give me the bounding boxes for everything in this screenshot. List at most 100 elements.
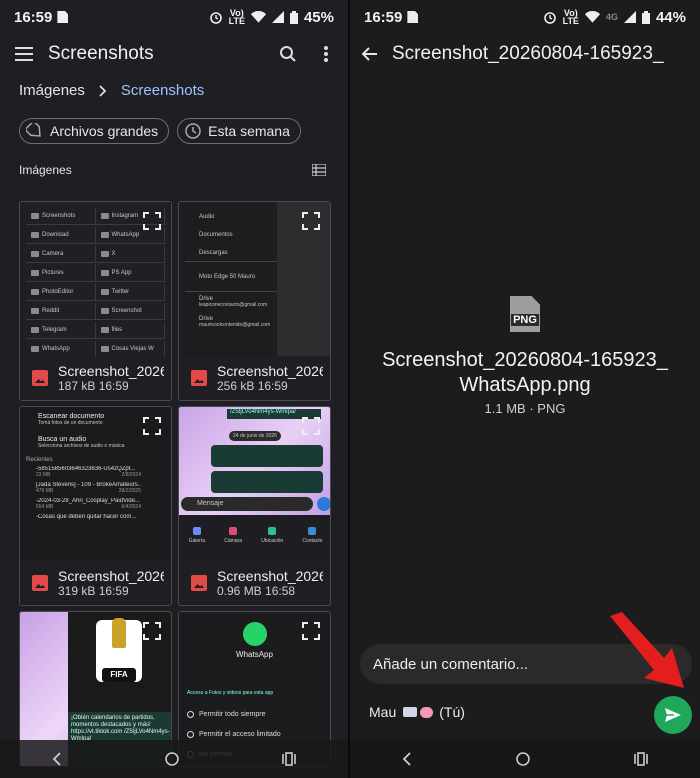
page-title: Screenshots [48,43,154,64]
image-file-icon [191,575,207,591]
card-file-info: 0.96 MB 16:58 [217,584,296,598]
filter-chips: Archivos grandes Esta semana [19,118,301,144]
thumb-folder-name: Pictures [26,265,96,281]
card-file-name: Screenshot_2026 [217,568,323,584]
thumb-folder-name: Screenshots [26,208,96,224]
png-file-icon: PNG [510,296,540,332]
nav-recents-icon[interactable] [634,752,648,766]
thumb-recent-file-size: 23 MB [36,472,51,478]
thumb-attach-app-icon [229,527,238,535]
wifi-icon [250,11,266,23]
thumb-folder-name: Telegram [26,322,96,338]
sim-icon [407,11,419,23]
thumb-attach-app-icon [268,527,277,535]
thumb-menu-item: Descargas [185,244,277,262]
expand-icon[interactable] [143,212,161,230]
breadcrumb-root[interactable]: Imágenes [19,82,85,99]
expand-icon[interactable] [302,212,320,230]
thumb-recent-file-date: 28/2/2025 [118,488,141,494]
battery-icon [641,10,650,24]
tag-icon [26,123,41,137]
thumb-recent: Recientes [26,457,53,463]
thumb-attach-apps: Galería Cámara Ubicación Contacto [179,515,330,544]
expand-icon[interactable] [302,622,320,640]
alarm-icon [209,12,222,24]
nav-back-icon[interactable] [402,752,412,766]
share-preview-panel: 16:59 Vo) LTE 4G 44% Screenshot_20260804-… [350,0,700,778]
file-size: 1.1 MB · PNG [484,401,566,416]
preview-toolbar: Screenshot_20260804-165923_ [350,34,700,74]
status-bar: 16:59 Vo) LTE 4G 44% [350,0,700,34]
thumb-trophy [112,618,126,648]
thumb-app-name: WhatsApp [236,650,273,659]
list-view-icon[interactable] [312,164,326,176]
thumb-recent-file-meta: 23 MB 2/8/2024 [36,472,141,478]
signal-icon [623,11,636,23]
image-card[interactable]: Escanear documento Tomá fotos de un docu… [19,406,172,606]
image-card[interactable]: Screenshots Instagram Download WhatsApp Came… [19,201,172,401]
nav-recents-icon[interactable] [282,752,297,766]
breadcrumb-current[interactable]: Screenshots [121,82,204,99]
card-meta: Screenshot_2026 0.96 MB 16:58 [179,561,330,605]
nav-home-icon[interactable] [165,752,179,766]
network-4g-label: 4G [605,12,618,22]
card-file-info: 319 kB 16:59 [58,584,129,598]
thumb-drive: Drive [199,296,214,302]
card-meta: Screenshot_2026 256 kB 16:59 [179,356,330,400]
search-icon[interactable] [274,40,302,68]
thumb-recent-file-meta: 479 MB 28/2/2025 [36,488,141,494]
thumb-attach-app-label: Cámara [224,538,242,544]
image-thumbnail: Escanear documento Tomá fotos de un docu… [20,407,171,561]
image-file-icon [32,370,48,386]
thumb-drive: Drive [199,316,214,322]
card-file-info: 256 kB 16:59 [217,379,288,393]
thumb-drive-sub: leapiconecontacto@gmail.com [199,302,268,308]
section-title: Imágenes [19,163,72,177]
thumb-folder-name: PS App [96,265,165,281]
thumb-folder-name: Download [26,227,96,243]
thumb-attach-app: Ubicación [261,527,283,544]
send-button[interactable] [654,696,692,734]
picker-thumb: Escanear documento Tomá fotos de un docu… [26,413,141,524]
thumb-folder-row: PhotoEditor Twitter [26,284,165,301]
chip-large-files[interactable]: Archivos grandes [19,118,170,144]
image-card[interactable]: Audio Documentos Descargas Moto Edge 50 … [178,201,331,401]
whatsapp-icon [243,622,267,646]
expand-icon[interactable] [302,417,320,435]
thumb-attach-app-label: Contacto [302,538,323,544]
nav-back-icon[interactable] [52,752,62,766]
image-card[interactable]: /Z5tjLVo4Nm4ys-Wmlpa/ 24 de junio de 202… [178,406,331,606]
thumb-device: Moto Edge 50 Mauro [185,262,277,292]
thumb-folder-name: Reddit [26,303,96,319]
radio-icon [187,710,194,718]
thumb-drive-sub: mauricoolcontenido@gmail.com [199,322,271,328]
thumb-audio-sub: Selecciona archivos de audio o música [38,443,125,449]
thumb-recent-file: -5851585603646323636-Us4zQZpt... 23 MB 2/8… [36,466,141,478]
menu-icon[interactable] [10,40,38,68]
image-thumbnail: Screenshots Instagram Download WhatsApp Came… [20,202,171,356]
preview-title: Screenshot_20260804-165923_ [392,43,664,64]
expand-icon[interactable] [143,622,161,640]
wifi-icon [584,11,600,23]
thumb-folder-row: Telegram files [26,322,165,339]
thumb-recent-file: [Jada Stevens] - 109 - BrokeAmateurs... 4… [36,482,141,494]
back-arrow-icon[interactable] [356,40,384,68]
thumb-recent-file-size: 654 MB [36,504,54,510]
expand-icon[interactable] [143,417,161,435]
thumb-fifa-badge: FIFA [102,668,136,682]
more-options-icon[interactable] [312,40,340,68]
thumb-recent-file-date: 6/4/2024 [121,504,141,510]
thumb-folder-row: WhatsApp Cosas Viejas W [26,341,165,356]
recipient-name: Mau [369,704,397,720]
thumb-folder-name: Cosas Viejas W [96,341,165,356]
thumb-attach-sheet: Galería Cámara Ubicación Contacto [179,515,330,561]
chip-this-week[interactable]: Esta semana [177,118,301,144]
thumb-attach-app: Galería [189,527,205,544]
thumb-attach-app: Cámara [224,527,242,544]
app-toolbar: Screenshots [0,34,348,74]
nav-home-icon[interactable] [516,752,530,766]
file-type-badge: PNG [511,314,539,326]
image-thumbnail: /Z5tjLVo4Nm4ys-Wmlpa/ 24 de junio de 202… [179,407,330,561]
thumb-attach-app-label: Galería [188,538,205,544]
thumb-folder-row: Reddit Screenshot [26,303,165,320]
